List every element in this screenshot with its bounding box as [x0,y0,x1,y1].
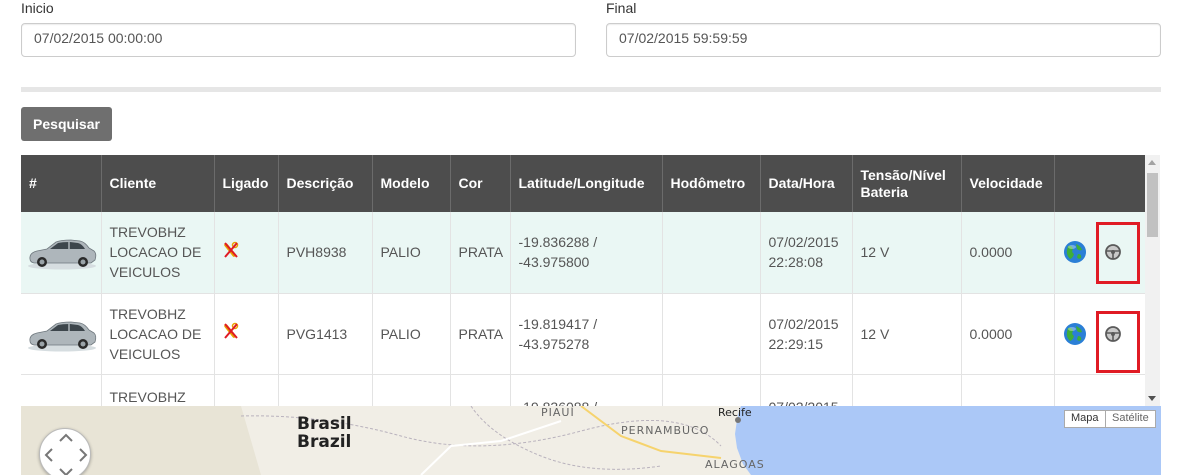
vehicle-cell [21,374,102,406]
ligado-cell [214,293,279,375]
cliente-cell: TREVOBHZ [101,374,215,406]
actions-cell [1054,374,1146,406]
table-header-row: # Cliente Ligado Descrição Modelo Cor La… [21,155,1146,212]
modelo-cell: PALIO [372,293,451,375]
col-header-ligado[interactable]: Ligado [214,155,279,212]
table-scrollbar[interactable] [1145,155,1160,406]
latlng-cell: -19.836088 / [510,374,663,406]
descricao-cell: PVH8938 [278,212,373,294]
search-button[interactable]: Pesquisar [21,107,112,141]
map-label-alagoas: ALAGOAS [705,458,765,471]
engine-off-icon [223,322,238,339]
col-header-descricao[interactable]: Descrição [278,155,373,212]
table-row[interactable]: TREVOBHZ -19.836088 / 07/02/2015 [21,374,1146,406]
car-icon [28,321,97,351]
col-header-index[interactable]: # [21,155,102,212]
velocidade-cell [961,374,1055,406]
vehicle-table-container: # Cliente Ligado Descrição Modelo Cor La… [21,155,1161,406]
col-header-hodometro[interactable]: Hodômetro [662,155,761,212]
end-date-field[interactable]: 07/02/2015 59:59:59 [606,23,1161,57]
latlng-cell: -19.819417 / -43.975278 [510,293,663,375]
start-date-field[interactable]: 07/02/2015 00:00:00 [21,23,576,57]
highlight-box [1096,311,1140,373]
map-type-map-button[interactable]: Mapa [1064,410,1106,428]
col-header-tensao[interactable]: Tensão/Nível Bateria [852,155,962,212]
descricao-cell [278,374,373,406]
tensao-cell: 12 V [852,212,962,294]
table-row[interactable]: TREVOBHZ LOCACAO DE VEICULOS PVG1413 PAL… [21,293,1146,375]
col-header-actions [1054,155,1146,212]
cliente-cell: TREVOBHZ LOCACAO DE VEICULOS [101,212,215,294]
cor-cell: PRATA [450,212,511,294]
tensao-cell: 12 V [852,293,962,375]
modelo-cell [372,374,451,406]
map-view[interactable]: Brasil Brazil PIAUÍ PERNAMBUCO Recife AL… [21,406,1161,475]
col-header-datahora[interactable]: Data/Hora [760,155,853,212]
globe-icon[interactable] [1063,240,1087,264]
cor-cell [450,374,511,406]
map-label-brasil: Brasil [297,414,352,434]
map-label-recife: Recife [718,406,752,419]
start-date-label: Inicio [21,0,54,16]
vehicle-cell [21,212,102,294]
latlng-cell: -19.836288 / -43.975800 [510,212,663,294]
table-row[interactable]: TREVOBHZ LOCACAO DE VEICULOS PVH8938 PAL… [21,212,1146,294]
modelo-cell: PALIO [372,212,451,294]
velocidade-cell: 0.0000 [961,212,1055,294]
scrollbar-thumb[interactable] [1147,173,1158,237]
cor-cell: PRATA [450,293,511,375]
hodometro-cell [662,212,761,294]
engine-off-icon [223,241,238,258]
col-header-modelo[interactable]: Modelo [372,155,451,212]
tensao-cell [852,374,962,406]
scroll-down-arrow-icon[interactable] [1148,396,1156,401]
hodometro-cell [662,374,761,406]
col-header-cliente[interactable]: Cliente [101,155,215,212]
map-label-pernambuco: PERNAMBUCO [621,424,710,437]
ligado-cell [214,212,279,294]
datahora-cell: 07/02/2015 [760,374,853,406]
scroll-up-arrow-icon[interactable] [1148,160,1156,165]
ligado-cell [214,374,279,406]
col-header-cor[interactable]: Cor [450,155,511,212]
map-terrain [21,406,1161,475]
car-icon [28,239,97,270]
col-header-velocidade[interactable]: Velocidade [961,155,1055,212]
velocidade-cell: 0.0000 [961,293,1055,375]
divider [21,87,1161,92]
hodometro-cell [662,293,761,375]
map-label-brazil: Brazil [297,432,352,452]
vehicle-table: # Cliente Ligado Descrição Modelo Cor La… [21,155,1146,406]
vehicle-cell [21,293,102,375]
end-date-label: Final [606,0,637,16]
datahora-cell: 07/02/2015 22:29:15 [760,293,853,375]
descricao-cell: PVG1413 [278,293,373,375]
map-label-piaui: PIAUÍ [541,406,575,419]
cliente-cell: TREVOBHZ LOCACAO DE VEICULOS [101,293,215,375]
globe-icon[interactable] [1063,322,1087,346]
map-pan-control[interactable] [39,428,91,475]
col-header-latlng[interactable]: Latitude/Longitude [510,155,663,212]
highlight-box [1096,222,1140,284]
datahora-cell: 07/02/2015 22:28:08 [760,212,853,294]
map-type-satellite-button[interactable]: Satélite [1105,410,1156,428]
pan-arrows-icon [44,433,88,475]
